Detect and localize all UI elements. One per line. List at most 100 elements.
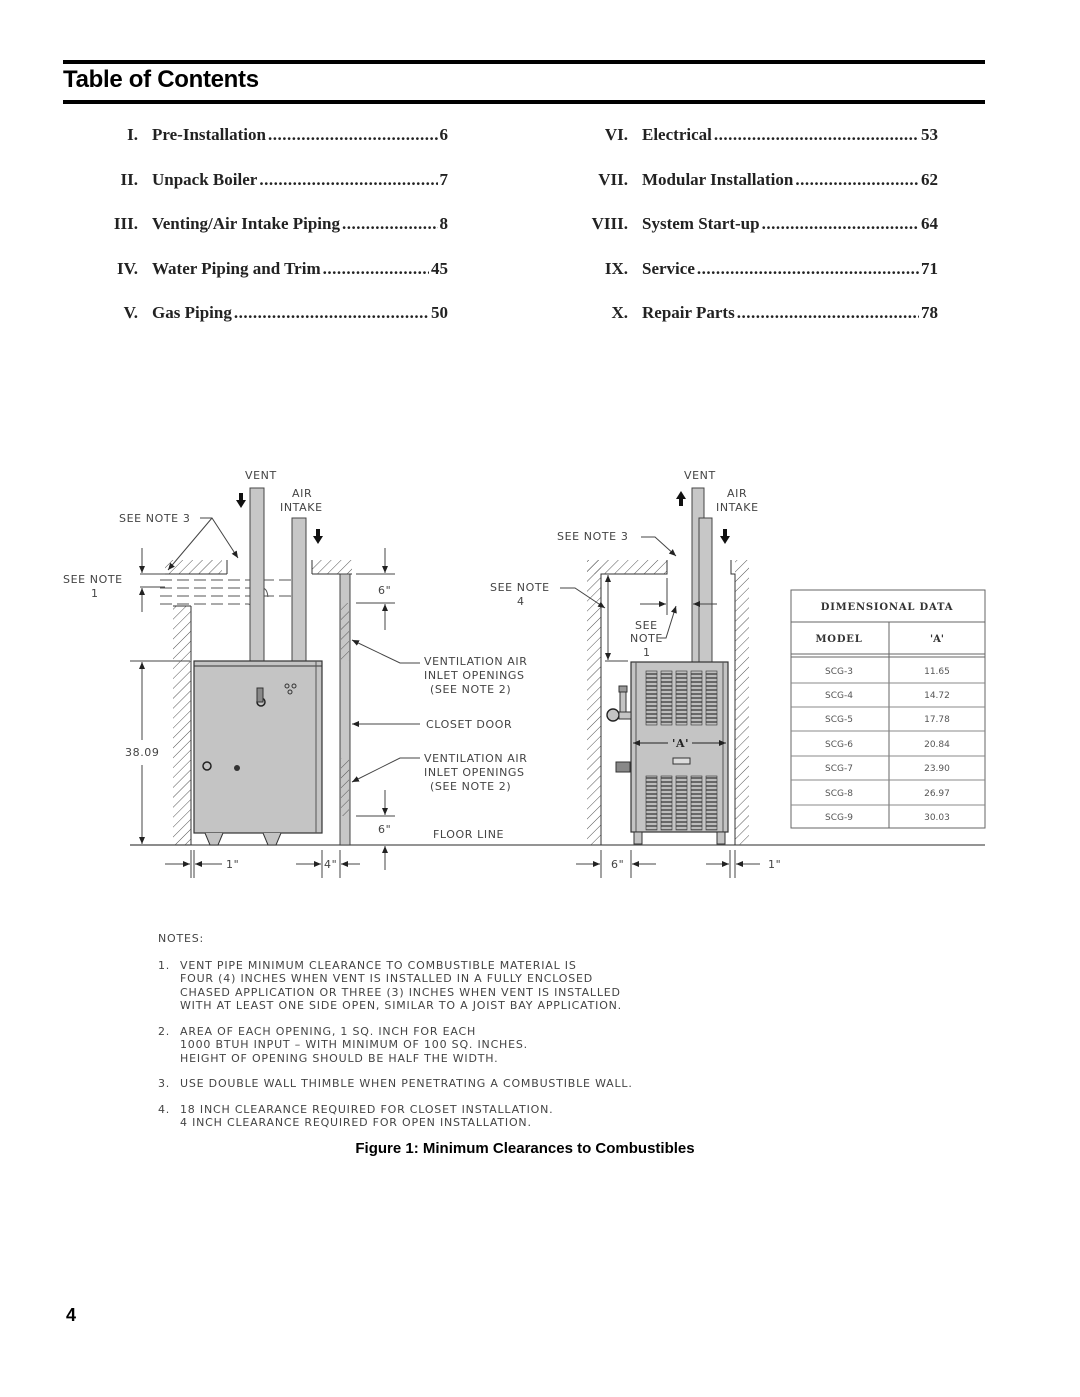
label-intake: INTAKE [716,501,759,514]
label-see-note-3: SEE NOTE 3 [557,530,628,543]
notes-title: NOTES: [158,932,205,945]
front-view: VENT AIR INTAKE SEE NOTE 3 SEE NOTE 4 SE… [490,469,781,878]
table-cell-model: SCG-7 [825,764,853,774]
label-note-4: 4 [517,595,525,608]
toc-section-number: V. [123,303,138,322]
toc-page-number: 62 [921,169,938,189]
ceiling-hatch [312,560,352,574]
header-rule-bottom [63,100,985,104]
toc-entry[interactable]: X. Repair Parts 78 [580,303,938,348]
label-see-note-2: (SEE NOTE 2) [430,683,511,696]
label-6-inch: 6" [378,823,391,836]
toc-section-title: Gas Piping [152,303,232,322]
pressure-gauge-icon [606,708,620,722]
vent-pipe [249,487,265,663]
toc-leader-dots [342,214,438,234]
page-number: 4 [66,1305,77,1325]
toc-page-number: 53 [921,125,938,144]
lower-grille [645,775,718,831]
toc-entry[interactable]: III. Venting/Air Intake Piping 8 [100,214,448,259]
table-cell-a: 20.84 [924,740,950,750]
label-1-inch: 1" [768,858,781,871]
note-number: 4. [158,1102,171,1116]
label-vent: VENT [245,469,277,482]
toc-column-right: VI. Electrical 53 VII. Modular Installation… [580,125,938,348]
toc-section-number: VII. [598,169,628,189]
note-item: 1. VENT PIPE MINIMUM CLEARANCE TO COMBUS… [158,959,633,1013]
note-line: CHASED APPLICATION OR THREE (3) INCHES W… [180,985,621,999]
toc-entry[interactable]: I. Pre-Installation 6 [100,125,448,170]
toc-section-number: II. [120,169,138,189]
note-number: 2. [158,1024,171,1038]
label-ventilation-air: VENTILATION AIR [424,655,527,668]
label-air: AIR [292,487,312,500]
toc-leader-dots [795,170,919,190]
label-6-inch: 6" [611,858,624,871]
label-vent: VENT [684,469,716,482]
page-title: Table of Contents [63,66,259,93]
note-line: VENT PIPE MINIMUM CLEARANCE TO COMBUSTIB… [180,958,577,972]
label-inlet-openings: INLET OPENINGS [424,766,525,779]
label-ventilation-air: VENTILATION AIR [424,752,527,765]
label-see: SEE [635,619,658,632]
toc-page-number: 45 [431,258,448,278]
label-see-note: SEE NOTE [63,573,123,586]
toc-entry[interactable]: IX. Service 71 [580,259,938,304]
intake-down-arrow-icon [720,529,730,544]
figure-caption: Figure 1: Minimum Clearances to Combusti… [0,1140,1050,1157]
table-cell-model: SCG-5 [825,715,853,725]
table-cell-a: 11.65 [924,667,950,677]
table-cell-model: SCG-4 [825,691,853,701]
note-item: 2. AREA OF EACH OPENING, 1 SQ. INCH FOR … [158,1025,633,1066]
figure-caption-text: Figure 1: Minimum Clearances to Combusti… [355,1140,695,1157]
note-item: 3. USE DOUBLE WALL THIMBLE WHEN PENETRAT… [158,1077,633,1091]
toc-entry[interactable]: VII. Modular Installation 62 [580,170,938,215]
toc-page-number: 7 [439,169,449,189]
label-dim-a: 'A' [672,737,689,750]
vent-opening-hatch [341,603,349,661]
label-see-note: SEE NOTE [490,581,550,594]
table-cell-model: SCG-6 [825,740,853,750]
label-closet-door: CLOSET DOOR [426,718,512,731]
table-cell-model: SCG-3 [825,667,853,677]
toc-section-title: Service [642,258,695,278]
toc-section-title: Repair Parts [642,303,735,322]
label-note-1: 1 [91,587,99,600]
dimensional-data-table: DIMENSIONAL DATA MODEL 'A' SCG-3 11.65 S… [790,589,986,829]
toc-section-title: Venting/Air Intake Piping [152,214,340,233]
toc-entry[interactable]: V. Gas Piping 50 [100,303,448,348]
wall-hatch [735,560,749,845]
label-6-inch: 6" [378,584,391,597]
table-cell-a: 23.90 [924,764,950,774]
toc-entry[interactable]: VI. Electrical 53 [580,125,938,170]
toc-entry[interactable]: IV. Water Piping and Trim 45 [100,259,448,304]
upper-grille [645,670,718,726]
toc-page-number: 71 [921,258,938,278]
toc-leader-dots [259,170,437,190]
air-intake-pipe [291,517,307,663]
toc-leader-dots [737,303,919,323]
note-line: WITH AT LEAST ONE SIDE OPEN, SIMILAR TO … [180,999,622,1012]
label-note: NOTE [630,632,663,645]
note-item: 4. 18 INCH CLEARANCE REQUIRED FOR CLOSET… [158,1103,633,1130]
note-number: 3. [158,1077,171,1090]
toc-entry[interactable]: II. Unpack Boiler 7 [100,170,448,215]
boiler-side [193,660,323,834]
vent-up-arrow-icon [236,493,246,508]
toc-section-number: IX. [604,258,628,278]
ceiling-hatch [165,560,222,574]
gas-valve-icon [615,761,631,773]
label-see-note-2: (SEE NOTE 2) [430,780,511,793]
toc-entry[interactable]: VIII. System Start-up 64 [580,214,938,259]
intake-down-arrow-icon [313,529,323,544]
label-height: 38.09 [125,746,160,759]
note-line: USE DOUBLE WALL THIMBLE WHEN PENETRATING… [180,1077,633,1090]
label-air: AIR [727,487,747,500]
note-line: FOUR (4) INCHES WHEN VENT IS INSTALLED I… [180,972,594,985]
toc-section-title: Unpack Boiler [152,169,258,189]
toc-section-number: X. [611,303,628,322]
toc-page-number: 8 [439,214,449,233]
toc-page-number: 64 [921,214,938,233]
toc-leader-dots [762,214,919,234]
toc-section-title: Water Piping and Trim [152,258,321,278]
